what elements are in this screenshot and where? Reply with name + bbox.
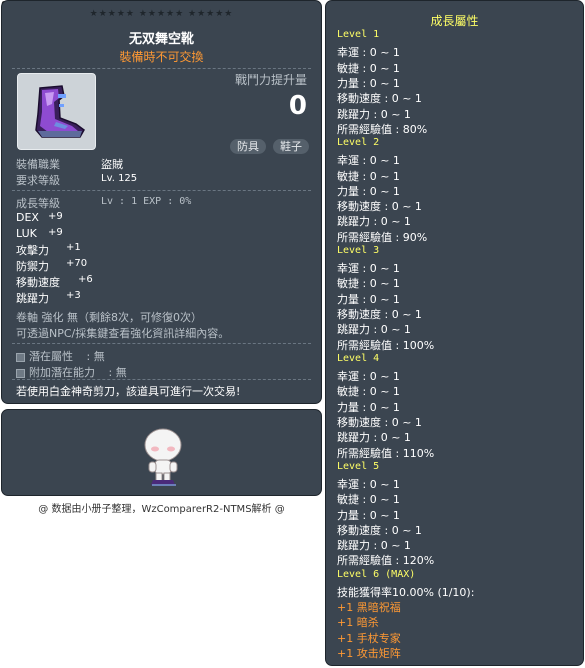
growth-stat-line: 跳躍力 : 0 ~ 1 <box>337 107 411 121</box>
enhance-hint: 可透過NPC/採集鍵查看強化資訊詳細內容。 <box>16 327 230 340</box>
divider <box>12 379 311 380</box>
growth-stat-line: 移動速度 : 0 ~ 1 <box>337 415 422 429</box>
skill-bonus-line: +1 黑暗祝福 <box>337 601 401 615</box>
growth-stat-line: 跳躍力 : 0 ~ 1 <box>337 215 411 229</box>
potential-label: 潛在屬性 <box>29 350 73 363</box>
stat-row: 防禦力 +70 <box>16 258 87 274</box>
growth-level-header: Level 3 <box>337 244 380 256</box>
req-level-value: Lv. 125 <box>101 173 138 184</box>
growth-stat-line: 敏捷 : 0 ~ 1 <box>337 169 400 183</box>
growth-stat-line: 幸運 : 0 ~ 1 <box>337 477 400 491</box>
growth-stat-line: 移動速度 : 0 ~ 1 <box>337 308 422 321</box>
growth-stat-line: 所需經驗值 : 90% <box>337 230 428 244</box>
growth-stat-line: 敏捷 : 0 ~ 1 <box>337 385 400 399</box>
growth-stat-line: 跳躍力 : 0 ~ 1 <box>337 431 411 445</box>
potential-row: 潛在屬性 : 無 <box>16 348 105 364</box>
stat-label: 防禦力 <box>16 260 49 273</box>
divider <box>12 343 311 344</box>
growth-stat-line: 移動速度 : 0 ~ 1 <box>337 523 422 537</box>
growth-stat-line: 力量 : 0 ~ 1 <box>337 184 400 198</box>
growth-stat-line: 跳躍力 : 0 ~ 1 <box>337 323 411 337</box>
stat-label: 攻擊力 <box>16 244 49 257</box>
potential-value: : 無 <box>86 350 105 363</box>
item-tooltip-panel: ★★★★★ ★★★★★ ★★★★★ 无双舞空靴 裝備時不可交換 戰鬥力提升量 0… <box>1 0 322 404</box>
stat-value: +1 <box>66 242 81 253</box>
skill-bonus-line: +1 暗杀 <box>337 616 379 630</box>
combat-power-value: 0 <box>288 91 307 121</box>
combat-power-label: 戰鬥力提升量 <box>234 73 307 87</box>
item-title: 无双舞空靴 <box>128 32 194 47</box>
stat-value: +3 <box>66 290 81 301</box>
growth-level-max-header: Level 6 (MAX) <box>337 568 416 580</box>
growth-title: 成長屬性 <box>430 14 479 28</box>
growth-stat-line: 幸運 : 0 ~ 1 <box>337 370 400 383</box>
growth-stat-line: 幸運 : 0 ~ 1 <box>337 154 400 168</box>
stat-row: 跳躍力 +3 <box>16 290 81 306</box>
stat-label: DEX <box>16 211 39 224</box>
potential-bullet-icon <box>16 368 25 378</box>
skill-bonus-line: +1 手杖专家 <box>337 631 401 645</box>
growth-stat-line: 跳躍力 : 0 ~ 1 <box>337 539 411 553</box>
divider <box>12 68 311 69</box>
boot-icon <box>35 85 85 138</box>
stat-value: +9 <box>48 211 63 222</box>
growth-stat-line: 敏捷 : 0 ~ 1 <box>337 493 400 507</box>
tag-armor: 防具 <box>230 139 266 154</box>
growth-stat-line: 所需經驗值 : 80% <box>337 122 428 136</box>
stat-value: +6 <box>78 274 93 285</box>
growth-stat-line: 幸運 : 0 ~ 1 <box>337 262 400 276</box>
avatar-preview-panel <box>1 409 322 496</box>
additional-potential-row: 附加潛在能力 : 無 <box>16 364 127 380</box>
growth-stat-line: 幸運 : 0 ~ 1 <box>337 46 400 60</box>
footer-credit: @ 数据由小册子整理，WzComparerR2-NTMS解析 @ <box>38 504 285 515</box>
growth-attributes-panel: 成長屬性 Level 1 幸運 : 0 ~ 1 敏捷 : 0 ~ 1 力量 : 0 ~… <box>325 0 584 666</box>
upgrade-info: 卷軸 強化 無（剩餘8次，可修復0次） <box>16 311 202 324</box>
growth-stat-line: 所需經驗值 : 120% <box>337 554 435 568</box>
character-avatar <box>144 428 182 486</box>
stat-row: 移動速度 +6 <box>16 274 93 290</box>
growth-stat-line: 力量 : 0 ~ 1 <box>337 76 400 90</box>
stat-label: 跳躍力 <box>16 292 49 305</box>
untradeable-notice: 裝備時不可交換 <box>119 50 204 64</box>
stat-value: +70 <box>66 258 88 269</box>
stat-value: +9 <box>48 227 63 238</box>
growth-stat-line: 所需經驗值 : 110% <box>337 446 435 460</box>
growth-level-header: Level 4 <box>337 352 380 364</box>
skill-acquire-rate: 技能獲得率10.00% (1/10): <box>337 585 475 599</box>
growth-level-header: Level 1 <box>337 29 380 40</box>
growth-level-value: Lv : 1 EXP : 0% <box>101 196 192 207</box>
growth-stat-line: 力量 : 0 ~ 1 <box>337 400 400 414</box>
growth-level-label: 成長等級 <box>16 197 60 210</box>
req-job-value: 盜賊 <box>101 158 123 171</box>
scissors-note: 若使用白金神奇剪刀，該道具可進行一次交易! <box>16 385 241 398</box>
stat-row: LUK +9 <box>16 227 63 240</box>
star-force-stars: ★★★★★ ★★★★★ ★★★★★ <box>89 9 234 19</box>
growth-level-header: Level 5 <box>337 460 380 472</box>
divider <box>12 190 311 191</box>
growth-stat-line: 移動速度 : 0 ~ 1 <box>337 200 422 214</box>
growth-stat-line: 所需經驗值 : 100% <box>337 338 435 352</box>
stat-row: 攻擊力 +1 <box>16 242 81 258</box>
skill-bonus-line: +1 攻击矩阵 <box>337 647 401 660</box>
growth-stat-line: 移動速度 : 0 ~ 1 <box>337 92 422 106</box>
potential-bullet-icon <box>16 352 25 362</box>
additional-potential-value: : 無 <box>108 366 127 379</box>
growth-stat-line: 力量 : 0 ~ 1 <box>337 508 400 522</box>
stat-label: 移動速度 <box>16 276 60 289</box>
item-icon-frame <box>17 73 96 150</box>
growth-level-header: Level 2 <box>337 136 380 148</box>
growth-stat-line: 敏捷 : 0 ~ 1 <box>337 277 400 291</box>
req-job-label: 裝備職業 <box>16 158 60 171</box>
additional-potential-label: 附加潛在能力 <box>29 366 95 379</box>
growth-stat-line: 力量 : 0 ~ 1 <box>337 292 400 306</box>
stat-row: DEX +9 <box>16 211 63 224</box>
tag-shoes: 鞋子 <box>273 139 309 154</box>
stat-label: LUK <box>16 227 37 240</box>
req-level-label: 要求等級 <box>16 174 60 187</box>
growth-stat-line: 敏捷 : 0 ~ 1 <box>337 61 400 75</box>
